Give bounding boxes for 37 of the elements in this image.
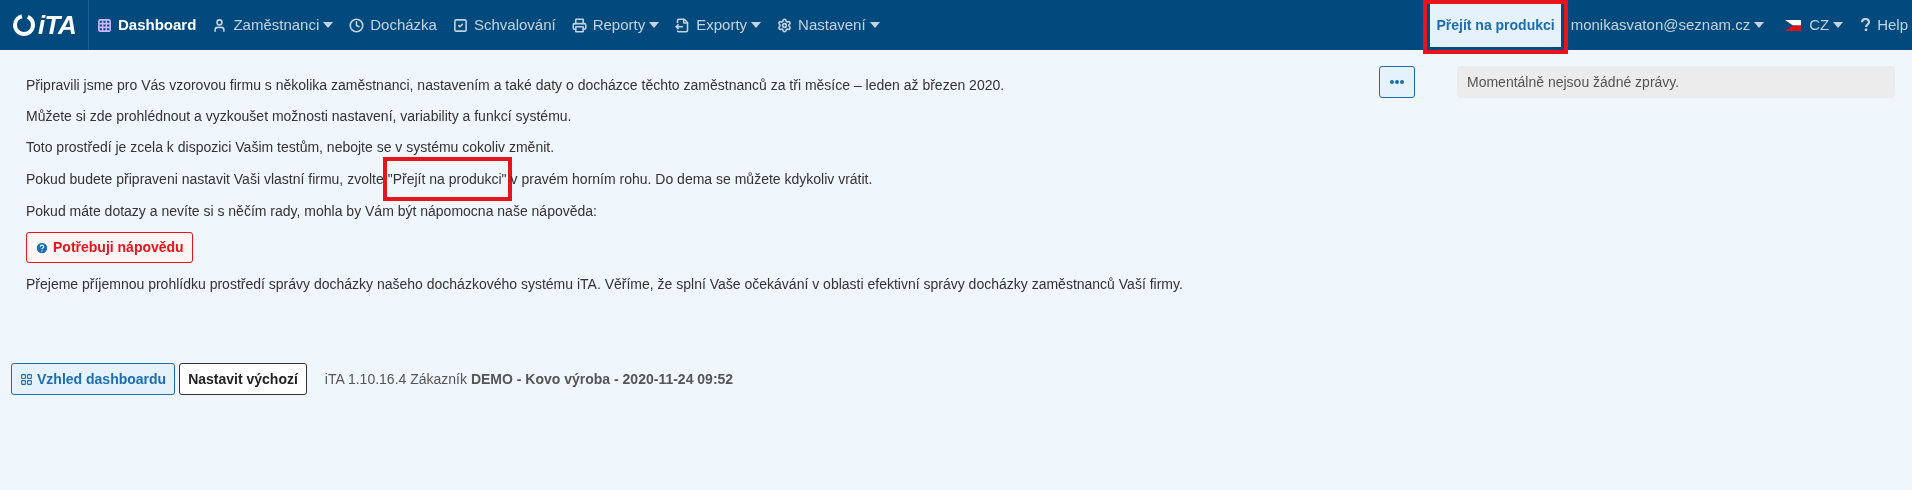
paragraph-text: Pokud budete připraveni nastavit Vaši vlastní firmu, zvolte [26,170,384,189]
nav-item[interactable]: Zaměstnanci [204,0,342,50]
paragraph-text: Pokud máte dotazy a nevíte si s něčím rady, mohla by Vám být nápomocna naše nápověda: [26,202,598,221]
logo-icon [12,13,36,37]
logo-text: iTA [38,12,76,38]
help-icon [35,240,49,255]
grid-icon [97,17,112,33]
paragraph-text: Přejeme příjemnou prohlídku prostředí správy docházky našeho docházkového systému iTA. Věříme, že splní Vaše očekávání v oblasti efektivní správy docházky zaměstnanců Vaší firmy. [26,275,1184,294]
export-icon [675,17,691,33]
help-button[interactable]: Potřebuji nápovědu [26,232,193,263]
nav-item[interactable]: Nastavení [769,0,888,50]
production-link[interactable]: Přejít na produkci [1427,4,1564,50]
grid-icon [20,372,33,386]
settings-icon [777,17,793,33]
nav-item[interactable]: Exporty [667,0,770,50]
version-text: iTA 1.10.16.4 Zákazník DEMO - Kovo výroba - 2020-11-24 09:52 [324,369,734,389]
dashboard-layout-button[interactable]: Vzhled dashboardu [11,363,176,395]
printer-icon [571,17,587,33]
nav-item[interactable]: Schvalování [444,0,564,50]
flag-icon [1785,19,1802,31]
paragraph-text: Toto prostředí je zcela k dispozici Vašim testům, nebojte se v systému cokoliv změnit. [26,138,556,157]
clock-icon [349,17,365,33]
help-link[interactable]: Help [1861,0,1908,50]
messages-panel: Momentálně nejsou žádné zprávy. [1457,66,1895,98]
nav-item[interactable]: Docházka [341,0,445,50]
paragraph-text: Připravili jsme pro Vás vzorovou firmu s několika zaměstnanci, nastavením a také daty o docházce těchto zaměstnanců za tři měsíce – leden až březen 2020. [26,76,1006,95]
language-menu[interactable]: CZ [1785,0,1844,50]
checkbox-icon [452,17,468,33]
question-icon [1861,18,1871,32]
user-menu[interactable]: monikasvaton@seznam.cz [1567,0,1768,50]
more-button[interactable] [1379,66,1415,98]
nav-item[interactable]: Reporty [563,0,668,50]
ellipsis-icon [1390,80,1404,84]
default-button[interactable]: Nastavit výchozí [179,363,307,395]
nav-item[interactable]: Dashboard [89,0,205,50]
paragraph-text: Můžete si zde prohlédnout a vyzkoušet možnosti nastavení, variability a funkcí systému. [26,107,573,126]
user-icon [212,17,228,33]
